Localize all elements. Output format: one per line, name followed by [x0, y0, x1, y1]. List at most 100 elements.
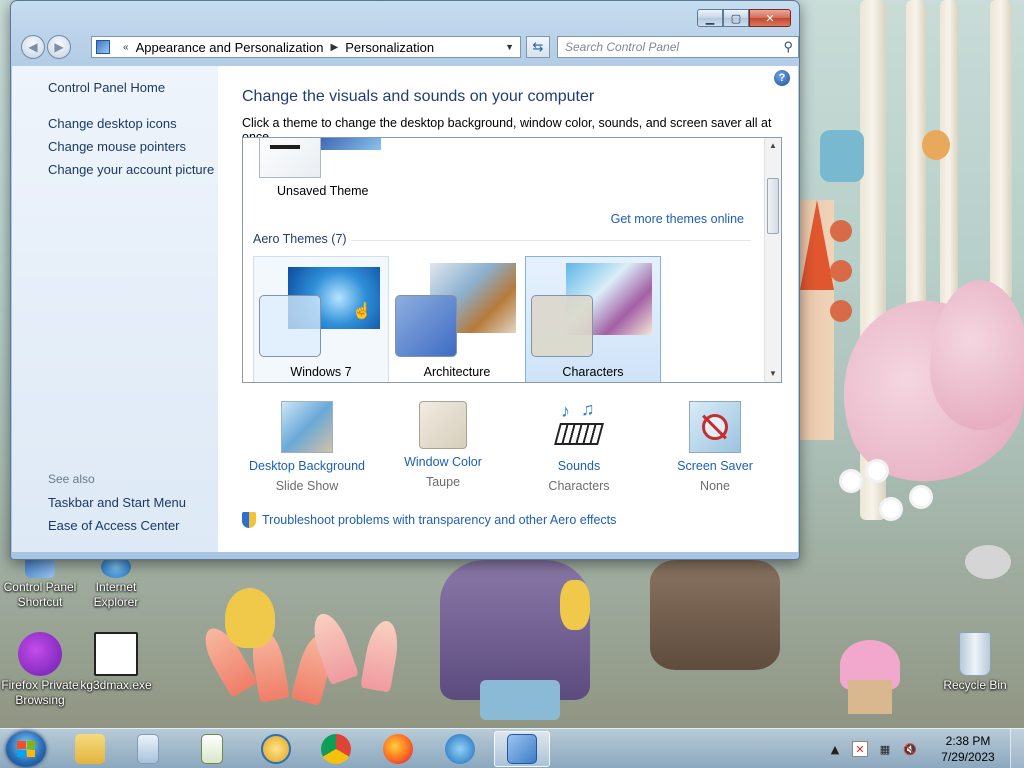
main-content: ? Change the visuals and sounds on your …	[218, 66, 798, 552]
taskbar-control-panel[interactable]	[494, 731, 550, 767]
themes-list[interactable]: Unsaved Theme Get more themes online Aer…	[242, 137, 782, 383]
maximize-icon: ▢	[730, 11, 742, 25]
setting-title[interactable]: Sounds	[514, 459, 644, 473]
close-icon: ✕	[765, 11, 775, 25]
setting-value: Slide Show	[275, 479, 339, 493]
desktop-icon-recycle-bin[interactable]: Recycle Bin	[935, 632, 1015, 693]
taskbar-internet-explorer[interactable]	[432, 731, 488, 767]
sidebar-link-account-picture[interactable]: Change your account picture	[48, 162, 214, 177]
group-divider	[351, 240, 751, 241]
sidebar-link-mouse-pointers[interactable]: Change mouse pointers	[48, 139, 186, 154]
desktop-icon-kg3dmax[interactable]: kg3dmax.exe	[76, 632, 156, 693]
sidebar-link-ease-of-access[interactable]: Ease of Access Center	[48, 518, 180, 533]
taskbar-explorer[interactable]	[62, 731, 118, 767]
theme-color-swatch	[531, 295, 593, 357]
address-dropdown-icon[interactable]: ▼	[505, 42, 514, 52]
screen-saver-icon	[689, 401, 741, 453]
address-bar[interactable]: « Appearance and Personalization ▶ Perso…	[91, 36, 521, 58]
document-icon	[137, 734, 159, 764]
desktop-icon-label: Control Panel Shortcut	[3, 580, 77, 609]
shield-icon	[242, 512, 256, 528]
refresh-button[interactable]: ⇆	[526, 36, 550, 58]
search-icon[interactable]: ⚲	[783, 39, 793, 55]
close-button[interactable]: ✕	[749, 9, 791, 27]
theme-color-swatch	[395, 295, 457, 357]
windows-logo-icon	[17, 741, 35, 757]
taskbar-firefox[interactable]	[370, 731, 426, 767]
navigation-bar: ◀ ▶ « Appearance and Personalization ▶ P…	[19, 34, 799, 60]
window-color-setting[interactable]: Window Color Taupe	[378, 401, 508, 489]
theme-settings-row: Desktop Background Slide Show Window Col…	[242, 399, 782, 501]
theme-characters[interactable]: Characters	[525, 256, 661, 382]
desktop-background-icon	[281, 401, 333, 453]
themes-scrollbar[interactable]: ▲ ▼	[764, 138, 781, 382]
start-button[interactable]	[6, 731, 46, 767]
clock[interactable]: 2:38 PM 7/29/2023	[932, 733, 1004, 765]
taskbar: ▲ ✕ ▦ 🔇 2:38 PM 7/29/2023	[0, 728, 1024, 768]
screen-saver-setting[interactable]: Screen Saver None	[650, 401, 780, 493]
get-more-themes-link[interactable]: Get more themes online	[611, 212, 744, 226]
help-icon[interactable]: ?	[774, 70, 790, 86]
taskbar-keepass[interactable]	[248, 731, 304, 767]
theme-windows-7[interactable]: ☝ Windows 7	[253, 256, 389, 382]
breadcrumb-current[interactable]: Personalization	[345, 40, 434, 55]
sounds-icon: ♪ ♫	[553, 399, 605, 453]
search-input[interactable]: Search Control Panel ⚲	[557, 36, 799, 58]
setting-title[interactable]: Window Color	[378, 455, 508, 469]
setting-title[interactable]: Desktop Background	[242, 459, 372, 473]
theme-architecture[interactable]: Architecture	[389, 256, 525, 382]
forward-button[interactable]: ▶	[47, 35, 71, 59]
desktop-icon-firefox-private[interactable]: Firefox Private Browsing	[0, 632, 80, 708]
minimize-button[interactable]: ▁	[697, 9, 723, 27]
scroll-thumb[interactable]	[767, 178, 779, 234]
desktop-icon-label: Firefox Private Browsing	[1, 678, 79, 707]
unsaved-theme-thumbnail[interactable]	[259, 138, 321, 178]
desktop-icon-label: Recycle Bin	[943, 678, 1007, 692]
theme-color-swatch	[259, 295, 321, 357]
control-panel-icon	[96, 40, 110, 54]
see-also-label: See also	[48, 472, 95, 486]
taskbar-document[interactable]	[120, 731, 176, 767]
sidebar-link-taskbar[interactable]: Taskbar and Start Menu	[48, 495, 186, 510]
setting-value: None	[700, 479, 730, 493]
window-color-icon	[419, 401, 467, 449]
taskbar-notepad-plus[interactable]	[184, 731, 240, 767]
minimize-icon: ▁	[705, 11, 715, 25]
troubleshoot-link[interactable]: Troubleshoot problems with transparency …	[242, 512, 616, 528]
task-pane: Control Panel Home Change desktop icons …	[12, 66, 218, 552]
kg3dmax-icon	[94, 632, 138, 676]
show-hidden-icons-icon[interactable]: ▲	[827, 741, 843, 757]
unsaved-theme-preview	[321, 138, 381, 150]
show-desktop-button[interactable]	[1010, 729, 1024, 768]
forward-arrow-icon: ▶	[54, 40, 64, 54]
scroll-up-icon[interactable]: ▲	[765, 138, 781, 154]
breadcrumb-parent[interactable]: Appearance and Personalization	[136, 40, 324, 55]
sounds-setting[interactable]: ♪ ♫ Sounds Characters	[514, 399, 644, 493]
breadcrumb-separator-icon[interactable]: ▶	[330, 42, 338, 53]
desktop-icon-internet-explorer[interactable]: Internet Explorer	[76, 556, 156, 610]
action-center-icon[interactable]: ✕	[852, 741, 868, 757]
taskbar-chrome[interactable]	[308, 731, 364, 767]
breadcrumb-overflow-icon[interactable]: «	[123, 42, 129, 53]
setting-title[interactable]: Screen Saver	[650, 459, 780, 473]
personalization-window: ▁ ▢ ✕ ◀ ▶ « Appearance and Personalizati…	[10, 0, 800, 560]
maximize-button[interactable]: ▢	[723, 9, 749, 27]
theme-label: Windows 7	[290, 365, 352, 379]
scroll-down-icon[interactable]: ▼	[765, 366, 781, 382]
refresh-icon: ⇆	[532, 39, 544, 55]
back-arrow-icon: ◀	[28, 40, 38, 54]
unsaved-theme-label[interactable]: Unsaved Theme	[277, 184, 369, 198]
sidebar-link-desktop-icons[interactable]: Change desktop icons	[48, 116, 177, 131]
clock-time: 2:38 PM	[945, 734, 991, 748]
notepad-icon	[201, 734, 223, 764]
chrome-icon	[321, 734, 351, 764]
volume-muted-icon[interactable]: 🔇	[902, 741, 918, 757]
window-client-area: Control Panel Home Change desktop icons …	[12, 66, 798, 552]
desktop-background-setting[interactable]: Desktop Background Slide Show	[242, 401, 372, 493]
sidebar-link-control-panel-home[interactable]: Control Panel Home	[48, 80, 165, 95]
folder-icon	[75, 734, 105, 764]
recycle-bin-icon	[959, 632, 991, 676]
network-icon[interactable]: ▦	[877, 741, 893, 757]
back-button[interactable]: ◀	[21, 35, 45, 59]
desktop-icon-control-panel[interactable]: Control Panel Shortcut	[0, 556, 80, 610]
